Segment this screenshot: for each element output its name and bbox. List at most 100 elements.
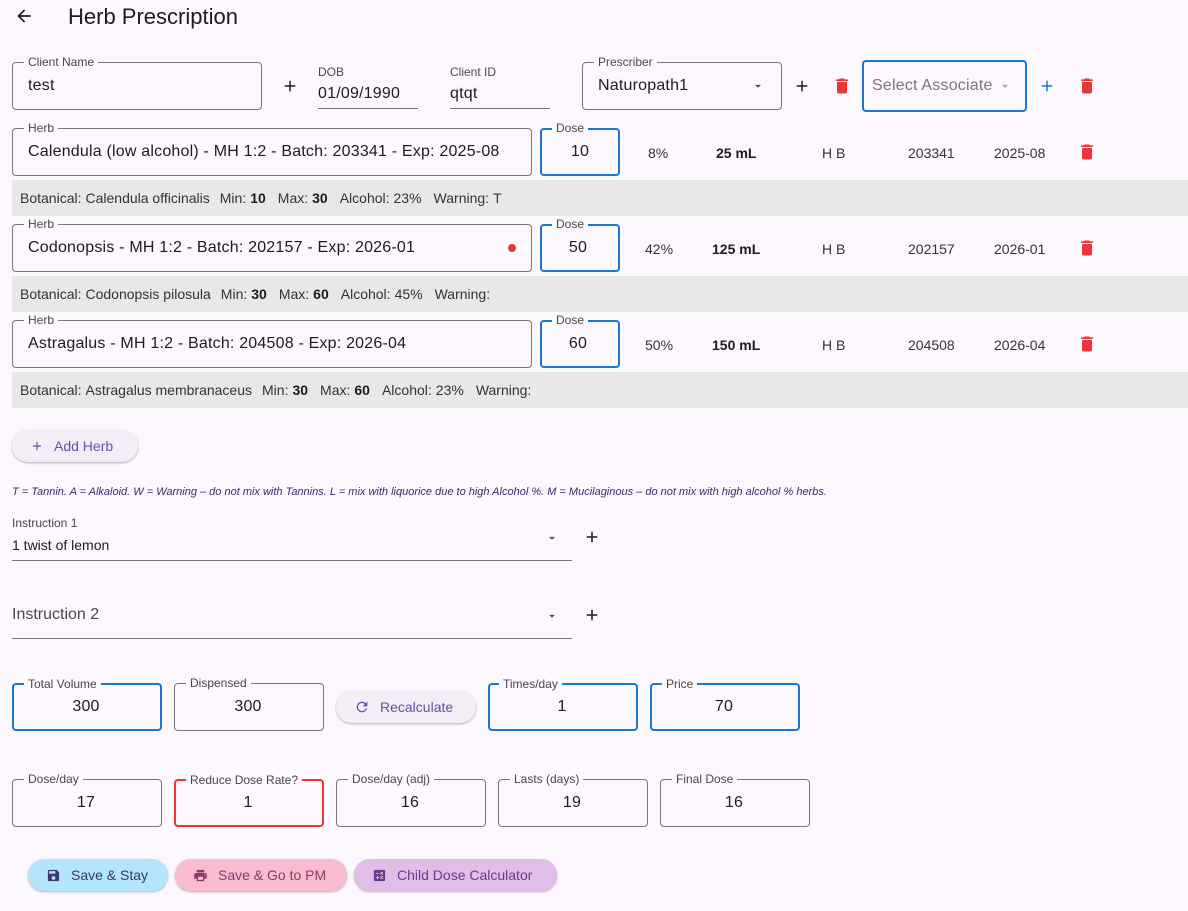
add-herb-button[interactable]: Add Herb (12, 430, 138, 462)
botanical-label: Botanical: (20, 286, 82, 302)
delete-herb-icon[interactable] (1075, 140, 1099, 164)
chevron-down-icon[interactable] (544, 530, 560, 546)
herb-volume: 125 mL (712, 241, 761, 257)
child-dose-calculator-button[interactable]: Child Dose Calculator (354, 859, 557, 891)
dob-label: DOB (318, 65, 345, 79)
dose-value: 60 (568, 335, 588, 352)
botanical-label: Botanical: (20, 382, 82, 398)
save-stay-button[interactable]: Save & Stay (28, 859, 168, 891)
alcohol-label: Alcohol: (381, 382, 432, 398)
chevron-down-icon[interactable] (750, 78, 766, 94)
instruction2-underline (12, 638, 572, 639)
instruction1-value[interactable]: 1 twist of lemon (12, 537, 109, 553)
printer-icon (194, 869, 207, 881)
herb-flags: H B (822, 241, 846, 257)
add-herb-label: Add Herb (54, 438, 114, 454)
lasts-days-label: Lasts (days) (510, 772, 584, 786)
herb-info-row: Botanical: Codonopsis pilosula Min: 30 M… (12, 276, 1188, 312)
botanical-label: Botanical: (20, 190, 82, 206)
add-instruction2-icon[interactable] (580, 603, 604, 627)
client-name-label: Client Name (24, 55, 99, 69)
max-label: Max: (278, 286, 310, 302)
alcohol-label: Alcohol: (340, 286, 391, 302)
herb-label: Herb (24, 313, 59, 327)
chevron-down-icon[interactable] (997, 78, 1013, 94)
herb-exp: 2026-01 (994, 241, 1046, 257)
instruction2-label[interactable]: Instruction 2 (12, 606, 99, 624)
delete-herb-icon[interactable] (1075, 236, 1099, 260)
max-label: Max: (277, 190, 309, 206)
final-dose-value: 16 (724, 794, 744, 811)
dose-label: Dose (552, 217, 589, 231)
page-title: Herb Prescription (68, 4, 238, 29)
max-label: Max: (320, 382, 351, 398)
dose-value: 10 (570, 143, 590, 160)
plus-icon (32, 441, 42, 451)
min-label: Min: (262, 382, 289, 398)
alcohol-value: 23% (435, 382, 464, 398)
client-id-underline (450, 108, 550, 109)
min-value: 30 (292, 382, 309, 398)
max-value: 30 (312, 190, 328, 206)
dispensed-value: 300 (234, 698, 262, 715)
client-id-value[interactable]: qtqt (450, 85, 478, 103)
herb-volume: 25 mL (716, 145, 757, 161)
add-client-icon[interactable] (278, 74, 302, 98)
botanical-value: Calendula officinalis (85, 190, 210, 206)
back-arrow-icon[interactable] (12, 4, 36, 28)
herb-label: Herb (24, 121, 59, 135)
herb-info-row: Botanical: Calendula officinalis Min: 10… (12, 180, 1188, 216)
reduce-dose-rate-value: 1 (243, 794, 253, 811)
alcohol-label: Alcohol: (339, 190, 390, 206)
herb-name: Calendula (low alcohol) - MH 1:2 - Batch… (28, 143, 500, 160)
dose-per-day-label: Dose/day (24, 772, 83, 786)
dose-label: Dose (552, 121, 589, 135)
associate-placeholder: Select Associate (872, 77, 993, 94)
calculator-icon (373, 869, 386, 881)
min-label: Min: (219, 190, 247, 206)
delete-herb-icon[interactable] (1075, 332, 1099, 356)
dob-value[interactable]: 01/09/1990 (318, 85, 400, 103)
prescriber-label: Prescriber (594, 55, 657, 69)
dose-per-day-value: 17 (76, 794, 96, 811)
dose-per-day-adj-label: Dose/day (adj) (348, 772, 435, 786)
reduce-dose-rate-label: Reduce Dose Rate? (186, 773, 303, 787)
client-id-label: Client ID (450, 65, 497, 79)
herb-percent: 42% (645, 241, 674, 257)
herb-label: Herb (24, 217, 59, 231)
herb-flags: H B (822, 145, 846, 161)
max-value: 60 (354, 382, 370, 398)
warning-label: Warning: (475, 382, 532, 398)
herb-exp: 2025-08 (994, 145, 1046, 161)
add-instruction1-icon[interactable] (580, 525, 604, 549)
client-name-value: test (28, 77, 55, 94)
max-value: 60 (313, 286, 329, 302)
dispensed-label: Dispensed (186, 676, 251, 690)
alcohol-value: 45% (394, 286, 423, 302)
warning-value: T (493, 190, 502, 206)
add-prescriber-icon[interactable] (790, 74, 814, 98)
add-associate-icon[interactable] (1035, 74, 1059, 98)
herb-percent: 50% (645, 337, 674, 353)
herb-flags: H B (822, 337, 846, 353)
price-label: Price (662, 677, 698, 691)
final-dose-label: Final Dose (672, 772, 738, 786)
min-value: 30 (251, 286, 267, 302)
refresh-icon (356, 701, 368, 713)
save-go-pm-button[interactable]: Save & Go to PM (175, 859, 347, 891)
recalculate-button[interactable]: Recalculate (336, 691, 476, 723)
times-per-day-value: 1 (557, 698, 567, 715)
legend-note: T = Tannin. A = Alkaloid. W = Warning – … (12, 486, 827, 498)
herb-volume: 150 mL (712, 337, 761, 353)
save-stay-label: Save & Stay (71, 867, 149, 883)
save-go-pm-label: Save & Go to PM (218, 867, 327, 883)
total-volume-label: Total Volume (24, 677, 101, 691)
delete-associate-icon[interactable] (1075, 74, 1099, 98)
herb-batch: 203341 (908, 145, 955, 161)
chevron-down-icon[interactable] (544, 608, 560, 624)
delete-prescriber-icon[interactable] (830, 74, 854, 98)
times-per-day-label: Times/day (499, 677, 562, 691)
botanical-value: Codonopsis pilosula (85, 286, 211, 302)
dose-value: 50 (568, 239, 588, 256)
warning-label: Warning: (434, 286, 491, 302)
